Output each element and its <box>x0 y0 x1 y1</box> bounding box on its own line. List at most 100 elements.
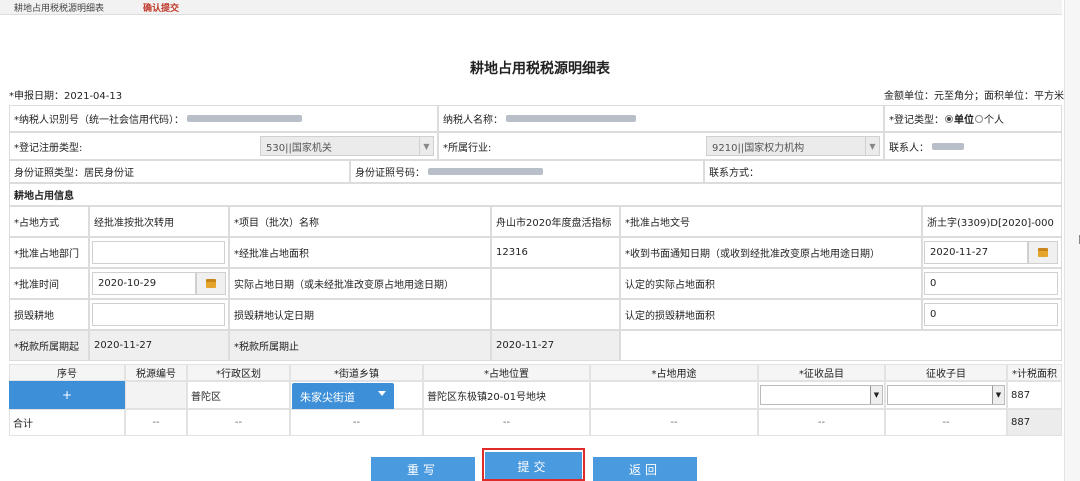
total-dash: -- <box>590 409 758 436</box>
rewrite-button[interactable]: 重写 <box>371 457 475 481</box>
unit-note: 金额单位：元至角分；面积单位：平方米 <box>884 91 1064 102</box>
reg-type-individual-label: 个人 <box>984 115 1004 126</box>
notice-date-input[interactable]: 2020-11-27 <box>924 241 1028 264</box>
taxpayer-id-cell: *纳税人识别号（统一社会信用代码）： <box>9 105 438 132</box>
location-cell: 普陀区东极镇20-01号地块 <box>423 381 590 409</box>
industry-label: *所属行业: <box>443 142 492 154</box>
calendar-icon[interactable] <box>196 272 226 295</box>
notice-date-label: *收到书面通知日期（或收到经批准改变原占地用途日期） <box>620 237 922 268</box>
method-value: 经批准按批次转用 <box>89 206 229 237</box>
add-row-button[interactable]: + <box>9 381 125 409</box>
usage-cell <box>590 381 758 409</box>
masked-taxpayer-id <box>187 115 302 122</box>
damaged-date-label: 损毁耕地认定日期 <box>229 299 491 330</box>
project-value: 舟山市2020年度盘活指标 <box>491 206 620 237</box>
period-end-label: *税款所属期止 <box>229 330 491 361</box>
total-dash: -- <box>423 409 590 436</box>
notice-date-text: 2020-11-27 <box>930 247 989 258</box>
damaged-area-input[interactable]: 0 <box>924 303 1058 326</box>
section-title: 耕地占用信息 <box>9 183 1062 206</box>
total-dash: -- <box>187 409 290 436</box>
method-label: *占地方式 <box>9 206 89 237</box>
col-header-tax-area: *计税面积 <box>1007 364 1062 381</box>
total-dash: -- <box>885 409 1007 436</box>
taxpayer-id-label: *纳税人识别号（统一社会信用代码）： <box>14 115 184 126</box>
tab-confirm-submit[interactable]: 确认提交 <box>143 1 179 14</box>
col-header-district: *行政区划 <box>187 364 290 381</box>
item-select[interactable]: ▼ <box>760 385 883 405</box>
industry-select[interactable]: 9210||国家权力机构 ▼ <box>706 136 880 156</box>
id-type-text: 身份证照类型：居民身份证 <box>14 168 134 179</box>
id-number-cell: 身份证照号码： <box>350 160 704 183</box>
total-label: 合计 <box>9 409 125 436</box>
reg-authority-select[interactable]: 530||国家机关 ▼ <box>260 136 434 156</box>
report-date: *申报日期：2021-04-13 <box>9 91 123 102</box>
chevron-down-icon <box>378 391 386 396</box>
approval-doc-value: 浙土字(3309)D[2020]-000 <box>922 206 1062 237</box>
industry-value: 9210||国家权力机构 <box>712 142 805 154</box>
street-select-value: 朱家尖街道 <box>300 391 355 404</box>
period-start-value: 2020-11-27 <box>89 330 229 361</box>
reg-type-label: *登记类型： <box>889 115 944 126</box>
submit-highlight <box>482 448 585 481</box>
project-label: *项目（批次）名称 <box>229 206 491 237</box>
radio-unit[interactable] <box>945 114 953 123</box>
page-title: 耕地占用税税源明细表 <box>470 61 610 77</box>
total-dash: -- <box>125 409 187 436</box>
period-empty-cell <box>620 330 1062 361</box>
col-header-source-no: 税源编号 <box>125 364 187 381</box>
period-end-value: 2020-11-27 <box>491 330 620 361</box>
reg-authority-value: 530||国家机关 <box>266 142 332 154</box>
damaged-label: 损毁耕地 <box>9 299 89 330</box>
total-area: 887 <box>1007 409 1062 436</box>
taxpayer-name-cell: 纳税人名称： <box>438 105 884 132</box>
approved-area-label: *经批准占地面积 <box>229 237 491 268</box>
dept-label: *批准占地部门 <box>9 237 89 268</box>
chevron-down-icon: ▼ <box>419 137 433 155</box>
back-button[interactable]: 返回 <box>593 457 697 481</box>
col-header-subitem: 征收子目 <box>885 364 1007 381</box>
chevron-down-icon: ▼ <box>865 137 879 155</box>
id-type-cell: 身份证照类型：居民身份证 <box>9 160 350 183</box>
reg-type-unit-label: 单位 <box>954 115 974 126</box>
contact-person-label: 联系人： <box>889 142 929 154</box>
chevron-down-icon: ▼ <box>870 386 882 404</box>
damaged-area-text: 0 <box>930 309 937 320</box>
radio-individual[interactable] <box>975 114 983 123</box>
actual-date-cell[interactable] <box>491 268 620 299</box>
contact-method-label: 联系方式： <box>709 168 759 179</box>
taxpayer-name-label: 纳税人名称： <box>443 115 503 126</box>
confirmed-area-label: 认定的实际占地面积 <box>620 268 922 299</box>
contact-person-cell: 联系人： <box>884 132 1062 160</box>
approval-time-input[interactable]: 2020-10-29 <box>92 272 196 295</box>
section-title-text: 耕地占用信息 <box>14 191 74 202</box>
confirmed-area-text: 0 <box>930 278 937 289</box>
contact-method-cell: 联系方式： <box>704 160 1062 183</box>
confirmed-area-input[interactable]: 0 <box>924 272 1058 295</box>
period-start-label: *税款所属期起 <box>9 330 89 361</box>
registration-type-cell: *登记类型： 单位 个人 <box>884 105 1062 132</box>
district-cell: 普陀区 <box>187 381 290 409</box>
actual-date-label: 实际占地日期（或未经批准改变原占地用途日期） <box>229 268 491 299</box>
tax-area-cell: 887 <box>1007 381 1062 409</box>
damaged-date-cell[interactable] <box>491 299 620 330</box>
dept-input[interactable] <box>92 241 225 264</box>
chevron-down-icon: ▼ <box>992 386 1004 404</box>
id-number-label: 身份证照号码： <box>355 168 425 179</box>
masked-taxpayer-name <box>506 115 636 122</box>
masked-id-number <box>428 168 543 175</box>
subitem-select[interactable]: ▼ <box>887 385 1005 405</box>
damaged-area-label: 认定的损毁耕地面积 <box>620 299 922 330</box>
total-dash: -- <box>758 409 885 436</box>
approved-area-value: 12316 <box>491 237 620 268</box>
calendar-icon[interactable] <box>1028 241 1058 264</box>
col-header-usage: *占地用途 <box>590 364 758 381</box>
col-header-seq: 序号 <box>9 364 125 381</box>
damaged-input[interactable] <box>92 303 225 326</box>
source-no-cell <box>125 381 187 409</box>
street-select[interactable]: 朱家尖街道 <box>292 383 394 411</box>
approval-time-text: 2020-10-29 <box>98 278 157 289</box>
reg-authority-label: *登记注册类型: <box>14 142 83 154</box>
tab-detail-form[interactable]: 耕地占用税税源明细表 <box>14 1 104 14</box>
total-dash: -- <box>290 409 423 436</box>
